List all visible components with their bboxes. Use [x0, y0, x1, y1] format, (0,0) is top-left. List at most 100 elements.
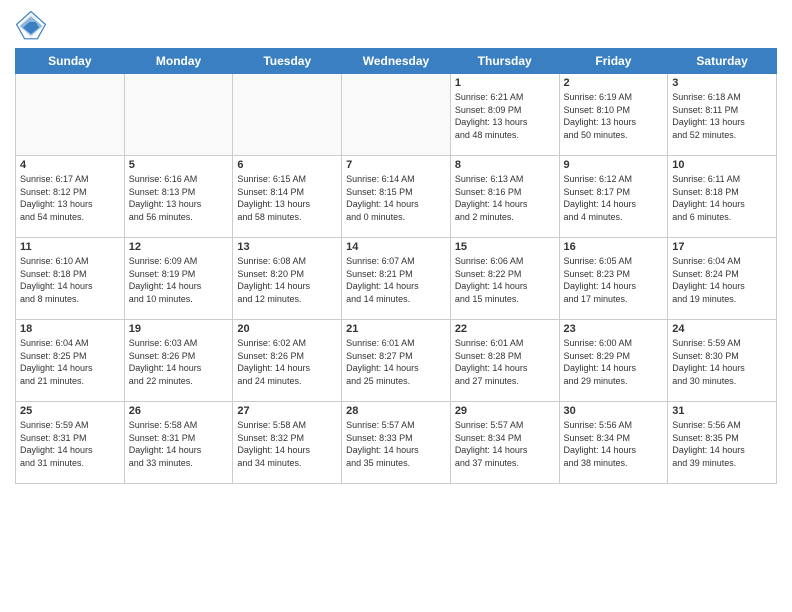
- day-cell: [16, 74, 125, 156]
- day-info: Sunrise: 6:00 AM Sunset: 8:29 PM Dayligh…: [564, 337, 664, 387]
- day-number: 16: [564, 241, 664, 253]
- day-number: 5: [129, 159, 229, 171]
- day-info: Sunrise: 6:13 AM Sunset: 8:16 PM Dayligh…: [455, 173, 555, 223]
- day-info: Sunrise: 6:05 AM Sunset: 8:23 PM Dayligh…: [564, 255, 664, 305]
- weekday-header: SundayMondayTuesdayWednesdayThursdayFrid…: [16, 49, 777, 74]
- day-number: 19: [129, 323, 229, 335]
- day-cell: 29 Sunrise: 5:57 AM Sunset: 8:34 PM Dayli…: [450, 402, 559, 484]
- day-cell: 31Sunrise: 5:56 AM Sunset: 8:35 PM Dayli…: [668, 402, 777, 484]
- day-number: 27: [237, 405, 337, 417]
- day-cell: 23 Sunrise: 6:00 AM Sunset: 8:29 PM Dayli…: [559, 320, 668, 402]
- logo: [15, 10, 51, 42]
- day-number: 17: [672, 241, 772, 253]
- day-cell: 27Sunrise: 5:58 AM Sunset: 8:32 PM Dayli…: [233, 402, 342, 484]
- day-number: 6: [237, 159, 337, 171]
- day-number: 10: [672, 159, 772, 171]
- calendar-body: 1 Sunrise: 6:21 AM Sunset: 8:09 PM Daylig…: [16, 74, 777, 484]
- week-row-1: 1 Sunrise: 6:21 AM Sunset: 8:09 PM Daylig…: [16, 74, 777, 156]
- day-cell: 15Sunrise: 6:06 AM Sunset: 8:22 PM Dayli…: [450, 238, 559, 320]
- day-cell: 21Sunrise: 6:01 AM Sunset: 8:27 PM Dayli…: [342, 320, 451, 402]
- day-cell: 24 Sunrise: 5:59 AM Sunset: 8:30 PM Dayli…: [668, 320, 777, 402]
- week-row-3: 11Sunrise: 6:10 AM Sunset: 8:18 PM Dayli…: [16, 238, 777, 320]
- day-cell: [124, 74, 233, 156]
- day-number: 23: [564, 323, 664, 335]
- day-info: Sunrise: 6:03 AM Sunset: 8:26 PM Dayligh…: [129, 337, 229, 387]
- day-info: Sunrise: 6:08 AM Sunset: 8:20 PM Dayligh…: [237, 255, 337, 305]
- day-number: 14: [346, 241, 446, 253]
- day-cell: 9 Sunrise: 6:12 AM Sunset: 8:17 PM Daylig…: [559, 156, 668, 238]
- day-cell: 19 Sunrise: 6:03 AM Sunset: 8:26 PM Dayli…: [124, 320, 233, 402]
- day-info: Sunrise: 6:16 AM Sunset: 8:13 PM Dayligh…: [129, 173, 229, 223]
- weekday-friday: Friday: [559, 49, 668, 74]
- day-info: Sunrise: 6:21 AM Sunset: 8:09 PM Dayligh…: [455, 91, 555, 141]
- day-number: 20: [237, 323, 337, 335]
- day-cell: 11Sunrise: 6:10 AM Sunset: 8:18 PM Dayli…: [16, 238, 125, 320]
- day-number: 7: [346, 159, 446, 171]
- day-cell: 17 Sunrise: 6:04 AM Sunset: 8:24 PM Dayli…: [668, 238, 777, 320]
- day-info: Sunrise: 6:01 AM Sunset: 8:27 PM Dayligh…: [346, 337, 446, 387]
- day-cell: 1 Sunrise: 6:21 AM Sunset: 8:09 PM Daylig…: [450, 74, 559, 156]
- week-row-5: 25 Sunrise: 5:59 AM Sunset: 8:31 PM Dayli…: [16, 402, 777, 484]
- day-info: Sunrise: 5:56 AM Sunset: 8:34 PM Dayligh…: [564, 419, 664, 469]
- day-number: 1: [455, 77, 555, 89]
- day-info: Sunrise: 6:07 AM Sunset: 8:21 PM Dayligh…: [346, 255, 446, 305]
- day-number: 4: [20, 159, 120, 171]
- day-cell: 8 Sunrise: 6:13 AM Sunset: 8:16 PM Daylig…: [450, 156, 559, 238]
- day-info: Sunrise: 6:02 AM Sunset: 8:26 PM Dayligh…: [237, 337, 337, 387]
- day-number: 13: [237, 241, 337, 253]
- day-info: Sunrise: 6:09 AM Sunset: 8:19 PM Dayligh…: [129, 255, 229, 305]
- day-cell: 12 Sunrise: 6:09 AM Sunset: 8:19 PM Dayli…: [124, 238, 233, 320]
- day-number: 24: [672, 323, 772, 335]
- day-cell: 10 Sunrise: 6:11 AM Sunset: 8:18 PM Dayli…: [668, 156, 777, 238]
- day-info: Sunrise: 6:04 AM Sunset: 8:24 PM Dayligh…: [672, 255, 772, 305]
- day-number: 28: [346, 405, 446, 417]
- day-info: Sunrise: 6:01 AM Sunset: 8:28 PM Dayligh…: [455, 337, 555, 387]
- day-cell: 2Sunrise: 6:19 AM Sunset: 8:10 PM Daylig…: [559, 74, 668, 156]
- day-number: 2: [564, 77, 664, 89]
- day-number: 22: [455, 323, 555, 335]
- day-cell: 22 Sunrise: 6:01 AM Sunset: 8:28 PM Dayli…: [450, 320, 559, 402]
- day-info: Sunrise: 5:58 AM Sunset: 8:31 PM Dayligh…: [129, 419, 229, 469]
- day-info: Sunrise: 6:14 AM Sunset: 8:15 PM Dayligh…: [346, 173, 446, 223]
- day-info: Sunrise: 5:57 AM Sunset: 8:33 PM Dayligh…: [346, 419, 446, 469]
- day-cell: 25 Sunrise: 5:59 AM Sunset: 8:31 PM Dayli…: [16, 402, 125, 484]
- day-info: Sunrise: 5:57 AM Sunset: 8:34 PM Dayligh…: [455, 419, 555, 469]
- weekday-sunday: Sunday: [16, 49, 125, 74]
- week-row-4: 18 Sunrise: 6:04 AM Sunset: 8:25 PM Dayli…: [16, 320, 777, 402]
- day-info: Sunrise: 6:17 AM Sunset: 8:12 PM Dayligh…: [20, 173, 120, 223]
- day-info: Sunrise: 5:59 AM Sunset: 8:31 PM Dayligh…: [20, 419, 120, 469]
- day-cell: 6 Sunrise: 6:15 AM Sunset: 8:14 PM Daylig…: [233, 156, 342, 238]
- day-cell: 26Sunrise: 5:58 AM Sunset: 8:31 PM Dayli…: [124, 402, 233, 484]
- weekday-monday: Monday: [124, 49, 233, 74]
- page: SundayMondayTuesdayWednesdayThursdayFrid…: [0, 0, 792, 612]
- day-info: Sunrise: 6:15 AM Sunset: 8:14 PM Dayligh…: [237, 173, 337, 223]
- day-cell: 14 Sunrise: 6:07 AM Sunset: 8:21 PM Dayli…: [342, 238, 451, 320]
- day-info: Sunrise: 6:18 AM Sunset: 8:11 PM Dayligh…: [672, 91, 772, 141]
- calendar: SundayMondayTuesdayWednesdayThursdayFrid…: [15, 48, 777, 484]
- header: [15, 10, 777, 42]
- day-info: Sunrise: 6:10 AM Sunset: 8:18 PM Dayligh…: [20, 255, 120, 305]
- day-number: 25: [20, 405, 120, 417]
- day-cell: [342, 74, 451, 156]
- day-number: 18: [20, 323, 120, 335]
- day-info: Sunrise: 6:11 AM Sunset: 8:18 PM Dayligh…: [672, 173, 772, 223]
- weekday-saturday: Saturday: [668, 49, 777, 74]
- day-number: 31: [672, 405, 772, 417]
- weekday-wednesday: Wednesday: [342, 49, 451, 74]
- day-number: 30: [564, 405, 664, 417]
- day-cell: 3Sunrise: 6:18 AM Sunset: 8:11 PM Daylig…: [668, 74, 777, 156]
- day-info: Sunrise: 6:12 AM Sunset: 8:17 PM Dayligh…: [564, 173, 664, 223]
- day-info: Sunrise: 6:04 AM Sunset: 8:25 PM Dayligh…: [20, 337, 120, 387]
- day-cell: 30 Sunrise: 5:56 AM Sunset: 8:34 PM Dayli…: [559, 402, 668, 484]
- day-number: 8: [455, 159, 555, 171]
- day-number: 12: [129, 241, 229, 253]
- logo-icon: [15, 10, 47, 42]
- day-number: 29: [455, 405, 555, 417]
- day-cell: 28 Sunrise: 5:57 AM Sunset: 8:33 PM Dayli…: [342, 402, 451, 484]
- weekday-thursday: Thursday: [450, 49, 559, 74]
- day-number: 9: [564, 159, 664, 171]
- day-info: Sunrise: 5:59 AM Sunset: 8:30 PM Dayligh…: [672, 337, 772, 387]
- day-cell: 13 Sunrise: 6:08 AM Sunset: 8:20 PM Dayli…: [233, 238, 342, 320]
- day-cell: 18 Sunrise: 6:04 AM Sunset: 8:25 PM Dayli…: [16, 320, 125, 402]
- day-cell: 5 Sunrise: 6:16 AM Sunset: 8:13 PM Daylig…: [124, 156, 233, 238]
